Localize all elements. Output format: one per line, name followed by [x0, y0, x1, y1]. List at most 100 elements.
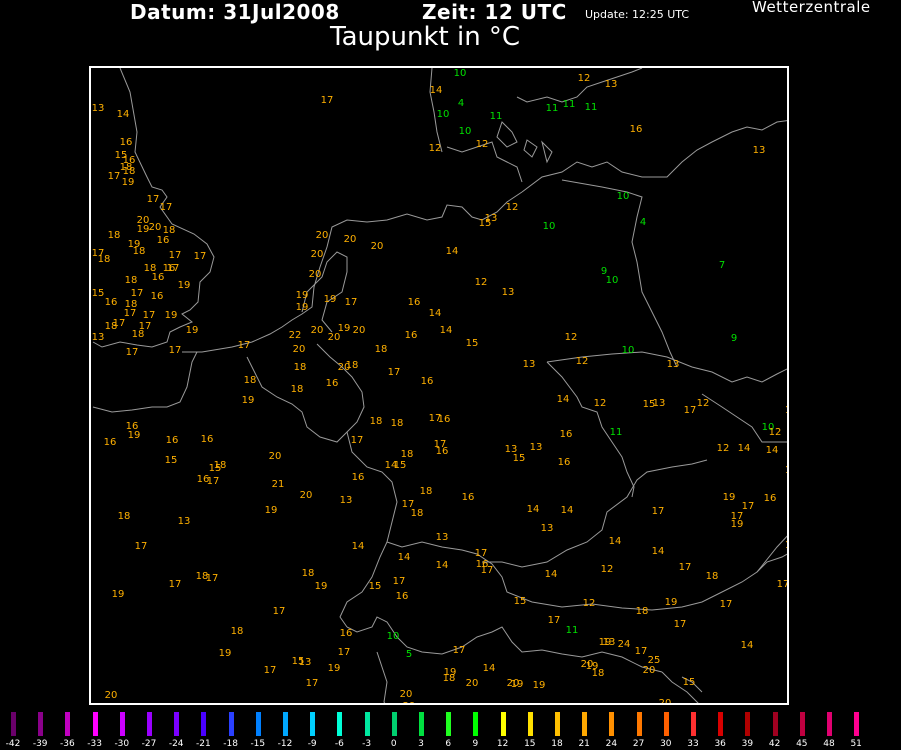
legend-swatch: [854, 712, 860, 736]
station-value: 16: [438, 414, 451, 425]
time-label: Zeit: 12 UTC: [422, 0, 567, 24]
station-value: 18: [302, 568, 315, 579]
station-value: 14: [440, 325, 453, 336]
legend-level-label: 27: [632, 739, 645, 749]
station-value: 10: [459, 126, 472, 137]
station-value: 1: [785, 465, 789, 476]
station-value: 20: [400, 689, 413, 700]
station-value: 16: [630, 124, 643, 135]
station-value: 19: [731, 519, 744, 530]
border-fr-it: [376, 651, 388, 703]
station-value: 17: [273, 606, 286, 617]
legend-level-label: 48: [823, 739, 835, 749]
station-value: 10: [543, 221, 556, 232]
station-value: 17: [131, 288, 144, 299]
station-value: 17: [345, 297, 358, 308]
station-value: 16: [152, 272, 165, 283]
station-value: 15: [92, 288, 105, 299]
station-value: 12: [697, 398, 710, 409]
station-value: 20: [643, 665, 656, 676]
legend-swatch: [691, 712, 696, 736]
station-value: 20: [105, 690, 118, 701]
station-value: 17: [207, 476, 220, 487]
station-value: 21: [272, 479, 285, 490]
station-value: 14: [741, 640, 754, 651]
legend-swatch: [364, 712, 370, 736]
station-value: 14: [483, 663, 496, 674]
station-value: 20: [311, 249, 324, 260]
station-value: 18: [706, 571, 719, 582]
station-value: 20: [344, 234, 357, 245]
legend-level-label: -30: [114, 739, 130, 749]
station-value: 19: [296, 290, 309, 301]
station-value: 17: [635, 646, 648, 657]
station-value: 14: [609, 536, 622, 547]
station-value: 17: [351, 435, 364, 446]
station-value: 17: [169, 345, 182, 356]
station-value: 18: [118, 511, 131, 522]
station-value: 12: [476, 139, 489, 150]
station-value: 20: [293, 344, 306, 355]
station-value: 14: [738, 443, 751, 454]
station-value: 19: [186, 325, 199, 336]
legend-swatch: [473, 712, 479, 736]
station-value: 19: [533, 680, 546, 691]
station-value: 16: [120, 137, 133, 148]
station-value: 13: [340, 495, 353, 506]
legend-level-label: 39: [741, 739, 754, 749]
station-value: 17: [167, 263, 180, 274]
station-value: 20: [371, 241, 384, 252]
station-value: 16: [396, 591, 409, 602]
station-value: 10: [622, 345, 635, 356]
legend-level-label: -36: [60, 739, 75, 749]
station-value: 19: [328, 663, 341, 674]
station-value: 11: [546, 103, 559, 114]
station-value: 29: [403, 701, 416, 705]
legend-level-label: 36: [714, 739, 726, 749]
legend-swatch: [65, 712, 71, 736]
station-value: 16: [151, 291, 164, 302]
legend-level-label: 21: [578, 739, 590, 749]
station-value: 18: [133, 246, 146, 257]
station-value: 18: [370, 416, 383, 427]
station-value: 18: [125, 275, 138, 286]
legend-level-label: 0: [390, 739, 397, 749]
station-value: 5: [406, 649, 412, 660]
legend-level-label: 9: [472, 739, 479, 749]
station-value: 1: [785, 540, 789, 551]
station-value: 16: [104, 437, 117, 448]
legend-level-label: 24: [605, 739, 618, 749]
station-value: 18: [291, 384, 304, 395]
legend-level-label: 6: [445, 739, 452, 749]
station-value: 16: [462, 492, 475, 503]
station-value: 15: [466, 338, 479, 349]
station-value: 20: [311, 325, 324, 336]
date-label: Datum: 31Jul2008: [130, 0, 340, 24]
coastline-zealand: [496, 121, 553, 164]
legend-swatch: [799, 712, 805, 736]
station-value: 19: [219, 648, 232, 659]
station-value: 10: [617, 191, 630, 202]
station-value: 14: [117, 109, 130, 120]
station-value: 10: [454, 68, 467, 79]
station-value: 11: [610, 427, 623, 438]
station-value: 19: [122, 177, 135, 188]
station-value: 19: [665, 597, 678, 608]
legend-swatch: [310, 712, 316, 736]
station-value: 20: [149, 222, 162, 233]
coastline-netherlands: [301, 251, 348, 333]
station-value: 15: [369, 581, 382, 592]
legend-swatch: [527, 712, 533, 736]
station-value: 17: [135, 541, 148, 552]
update-label: Update: 12:25 UTC: [585, 8, 690, 21]
station-value: 17: [147, 194, 160, 205]
station-value: 19: [296, 302, 309, 313]
station-value: 17: [720, 599, 733, 610]
legend-level-label: -6: [334, 739, 344, 749]
station-value: 13: [530, 442, 543, 453]
station-value: 20: [466, 678, 479, 689]
station-value: 19: [165, 310, 178, 321]
legend-level-label: 12: [496, 739, 509, 749]
legend-swatch: [337, 712, 343, 736]
legend-swatch: [446, 712, 452, 736]
